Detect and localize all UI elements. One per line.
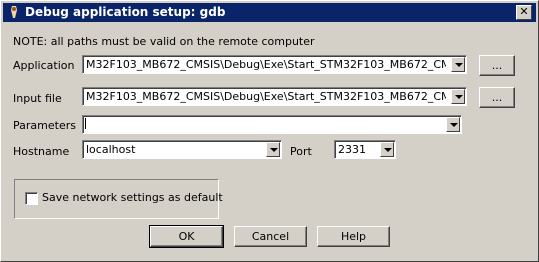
chevron-down-icon[interactable] [451,57,465,72]
hostname-combo[interactable]: localhost [82,140,282,159]
port-combo[interactable]: 2331 [334,140,396,159]
port-label: Port [290,145,312,158]
window-title: Debug application setup: gdb [25,5,226,19]
chevron-down-icon[interactable] [380,142,394,157]
port-value: 2331 [338,143,366,156]
dialog-window: Debug application setup: gdb ✕ NOTE: all… [0,0,539,262]
parameters-combo[interactable] [82,115,462,134]
note-text: NOTE: all paths must be valid on the rem… [13,35,315,48]
hostname-value: localhost [86,143,136,156]
application-label: Application [13,59,75,72]
help-button[interactable]: Help [317,226,390,247]
application-combo[interactable]: M32F103_MB672_CMSIS\Debug\Exe\Start_STM3… [82,55,467,74]
save-settings-label[interactable]: Save network settings as default [42,191,223,204]
application-value: M32F103_MB672_CMSIS\Debug\Exe\Start_STM3… [86,58,446,71]
parameters-label: Parameters [13,119,76,132]
save-settings-group: Save network settings as default [14,179,223,219]
title-bar[interactable]: Debug application setup: gdb ✕ [3,3,536,22]
input-file-combo[interactable]: M32F103_MB672_CMSIS\Debug\Exe\Start_STM3… [82,87,467,106]
text-caret [85,118,86,129]
close-button[interactable]: ✕ [516,5,532,20]
cancel-button[interactable]: Cancel [234,226,307,247]
chevron-down-icon[interactable] [446,117,460,132]
application-browse-button[interactable]: ... [479,55,515,76]
app-icon [7,5,21,19]
chevron-down-icon[interactable] [266,142,280,157]
chevron-down-icon[interactable] [451,89,465,104]
input-file-label: Input file [13,92,62,105]
save-settings-checkbox[interactable] [25,192,38,205]
input-file-browse-button[interactable]: ... [479,87,515,108]
ok-button[interactable]: OK [149,225,224,248]
input-file-value: M32F103_MB672_CMSIS\Debug\Exe\Start_STM3… [86,90,446,103]
hostname-label: Hostname [13,145,70,158]
